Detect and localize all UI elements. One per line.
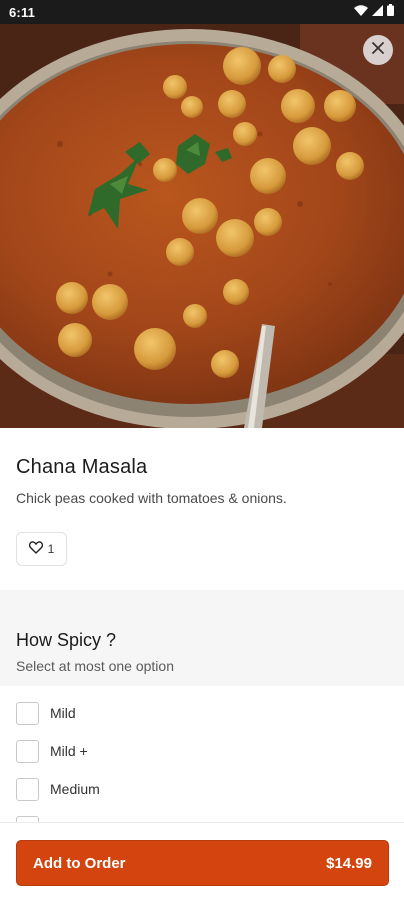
close-icon — [371, 41, 385, 60]
checkbox[interactable] — [16, 777, 39, 801]
checkbox[interactable] — [16, 701, 39, 725]
battery-icon — [387, 3, 394, 21]
option-label: Medium — [50, 781, 100, 797]
option-label: Mild + — [50, 743, 88, 759]
option-label: Mild — [50, 705, 76, 721]
bottom-bar: Add to Order $14.99 — [0, 822, 404, 900]
close-button[interactable] — [363, 35, 393, 65]
wifi-icon — [354, 3, 368, 21]
option-group-title: How Spicy ? — [16, 630, 117, 650]
option-mild-plus[interactable]: Mild + — [16, 738, 88, 764]
heart-icon — [28, 541, 43, 557]
checkbox[interactable] — [16, 739, 39, 763]
option-group-subtitle: Select at most one option — [16, 658, 174, 674]
dish-photo — [0, 24, 404, 428]
item-info: Chana Masala Chick peas cooked with toma… — [0, 428, 404, 590]
option-partial[interactable] — [16, 814, 39, 822]
add-to-order-label: Add to Order — [33, 854, 126, 872]
like-count: 1 — [47, 542, 55, 556]
order-price: $14.99 — [326, 854, 372, 872]
like-button[interactable]: 1 — [16, 532, 67, 566]
add-to-order-button[interactable]: Add to Order $14.99 — [16, 840, 389, 886]
item-description: Chick peas cooked with tomatoes & onions… — [16, 490, 287, 506]
signal-icon — [372, 3, 383, 21]
options-list: Mild Mild + Medium — [0, 686, 404, 822]
status-bar: 6:11 — [0, 0, 404, 24]
status-time: 6:11 — [9, 4, 36, 20]
spice-option-header: How Spicy ? Select at most one option — [0, 590, 404, 686]
status-icons — [354, 3, 394, 21]
option-medium[interactable]: Medium — [16, 776, 100, 802]
item-title: Chana Masala — [16, 456, 148, 478]
option-mild[interactable]: Mild — [16, 700, 76, 726]
